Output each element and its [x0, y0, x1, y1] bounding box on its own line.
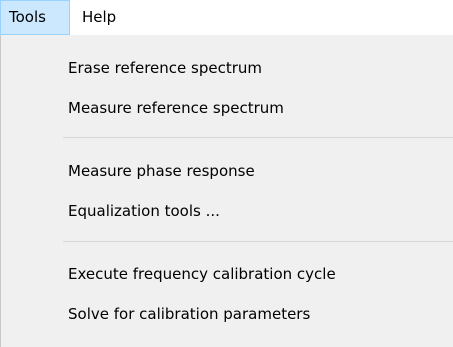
menu-item-execute-frequency-calibration-cycle[interactable]: Execute frequency calibration cycle — [1, 256, 453, 292]
menu-item-measure-reference-spectrum[interactable]: Measure reference spectrum — [1, 90, 453, 126]
menu-separator — [63, 137, 453, 138]
menu-item-erase-reference-spectrum[interactable]: Erase reference spectrum — [1, 50, 453, 86]
menu-tools[interactable]: Tools — [0, 0, 70, 35]
menu-item-solve-for-calibration-parameters[interactable]: Solve for calibration parameters — [1, 296, 453, 332]
tools-dropdown-menu: Erase reference spectrum Measure referen… — [0, 35, 453, 347]
menu-item-measure-phase-response[interactable]: Measure phase response — [1, 153, 453, 189]
menu-item-equalization-tools[interactable]: Equalization tools ... — [1, 193, 453, 229]
menu-bar: Tools Help — [0, 0, 453, 35]
menu-separator — [63, 241, 453, 242]
menu-help[interactable]: Help — [76, 0, 136, 35]
